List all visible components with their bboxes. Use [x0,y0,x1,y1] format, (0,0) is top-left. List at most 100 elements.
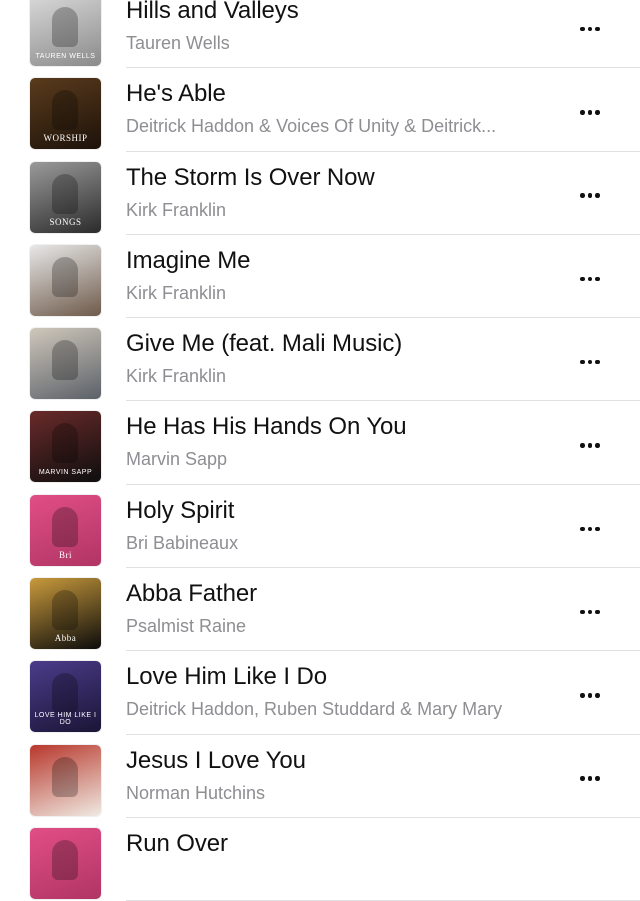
artwork-figure [52,506,78,547]
song-row[interactable]: TAUREN WELLS Hills and Valleys Tauren Well… [0,0,640,69]
album-artwork: WORSHIP [30,78,101,150]
ellipsis-dot [595,609,600,615]
artwork-text: WORSHIP [43,133,88,144]
ellipsis-dot [587,526,593,532]
ellipsis-dot [580,26,585,32]
song-row[interactable]: Jesus I Love You Norman Hutchins [0,735,640,818]
song-artist: Deitrick Haddon, Ruben Studdard & Mary M… [126,699,503,720]
artwork-figure [52,673,78,714]
ellipsis-dot [587,193,593,198]
song-artist: Bri Babineaux [126,532,239,553]
song-title: Jesus I Love You [126,746,306,774]
song-artist: Kirk Franklin [126,199,227,220]
ellipsis-dot [595,693,600,698]
more-ellipsis-icon[interactable] [574,15,606,43]
artwork-figure [52,7,78,47]
song-artist: Kirk Franklin [126,366,227,387]
song-artist: Tauren Wells [126,33,230,53]
song-title: The Storm Is Over Now [126,163,375,191]
artwork-text: Abba [54,633,77,644]
album-artwork: Abba [30,578,101,650]
song-row[interactable]: SONGS The Storm Is Over Now Kirk Franklin [0,152,640,235]
ellipsis-dot [580,443,585,448]
song-artist: Kirk Franklin [126,282,227,303]
song-title: Hills and Valleys [126,0,299,24]
more-ellipsis-icon[interactable] [574,598,606,626]
song-title: Give Me (feat. Mali Music) [126,330,403,358]
artwork-figure [52,340,78,381]
song-row[interactable]: Give Me (feat. Mali Music) Kirk Franklin [0,318,640,402]
ellipsis-dot [580,526,585,532]
song-row[interactable]: Imagine Me Kirk Franklin [0,235,640,319]
artwork-text: SONGS [49,216,82,227]
ellipsis-dot [587,776,593,781]
ellipsis-dot [595,776,600,781]
more-ellipsis-icon[interactable] [574,182,606,210]
song-title: He's Able [126,80,226,108]
song-row[interactable]: Abba Abba Father Psalmist Raine [0,568,640,652]
artwork-figure [52,756,78,797]
song-artist: Marvin Sapp [126,449,228,470]
album-artwork: SONGS [30,161,101,233]
ellipsis-dot [587,609,593,615]
more-ellipsis-icon[interactable] [574,348,606,376]
artwork-text: TAUREN WELLS [35,53,96,60]
more-ellipsis-icon[interactable] [574,515,606,543]
ellipsis-dot [595,359,600,365]
song-title: Imagine Me [126,246,251,274]
artwork-figure [52,90,78,131]
song-artist: Psalmist Raine [126,616,247,637]
artwork-figure [52,423,78,464]
ellipsis-dot [587,693,593,698]
song-title: Abba Father [126,580,257,608]
artwork-figure [52,590,78,631]
ellipsis-dot [595,26,600,32]
album-artwork [30,244,101,316]
song-list: TAUREN WELLS Hills and Valleys Tauren Well… [0,0,640,901]
song-row[interactable]: Run Over [0,818,640,901]
song-row[interactable]: WORSHIP He's Able Deitrick Haddon & Voices… [0,68,640,152]
more-ellipsis-icon[interactable] [574,98,606,126]
ellipsis-dot [595,276,600,282]
ellipsis-dot [587,443,593,448]
ellipsis-dot [580,359,585,365]
artwork-text: Bri [58,549,72,560]
album-artwork [30,827,101,899]
ellipsis-dot [587,26,593,32]
ellipsis-dot [587,276,593,282]
ellipsis-dot [580,776,585,781]
artwork-text: MARVIN SAPP [38,469,93,477]
ellipsis-dot [595,526,600,532]
ellipsis-dot [580,276,585,282]
ellipsis-dot [587,110,593,115]
song-row[interactable]: Bri Holy Spirit Bri Babineaux [0,485,640,569]
song-title: He Has His Hands On You [126,413,407,441]
album-artwork: TAUREN WELLS [30,0,101,66]
album-artwork: MARVIN SAPP [30,411,101,483]
song-row[interactable]: LOVE HIM LIKE I DO Love Him Like I Do Deit… [0,651,640,735]
artwork-figure [52,173,78,214]
song-artist: Deitrick Haddon & Voices Of Unity & Deit… [126,116,497,137]
album-artwork: Bri [30,494,101,566]
more-ellipsis-icon[interactable] [574,431,606,459]
song-artist: Norman Hutchins [126,782,266,803]
ellipsis-dot [580,693,585,698]
ellipsis-dot [595,193,600,198]
artwork-figure [52,839,78,880]
ellipsis-dot [595,443,600,448]
song-title: Run Over [126,829,228,857]
ellipsis-dot [587,359,593,365]
ellipsis-dot [580,609,585,615]
more-ellipsis-icon[interactable] [574,765,606,793]
album-artwork [30,328,101,400]
more-ellipsis-icon[interactable] [574,681,606,709]
ellipsis-dot [580,110,585,115]
song-title: Holy Spirit [126,496,235,524]
album-artwork: LOVE HIM LIKE I DO [30,661,101,733]
ellipsis-dot [580,193,585,198]
more-ellipsis-icon[interactable] [574,265,606,293]
song-row[interactable]: MARVIN SAPP He Has His Hands On You Marvin… [0,401,640,485]
song-title: Love Him Like I Do [126,663,327,691]
artwork-figure [52,256,78,297]
ellipsis-dot [595,110,600,115]
